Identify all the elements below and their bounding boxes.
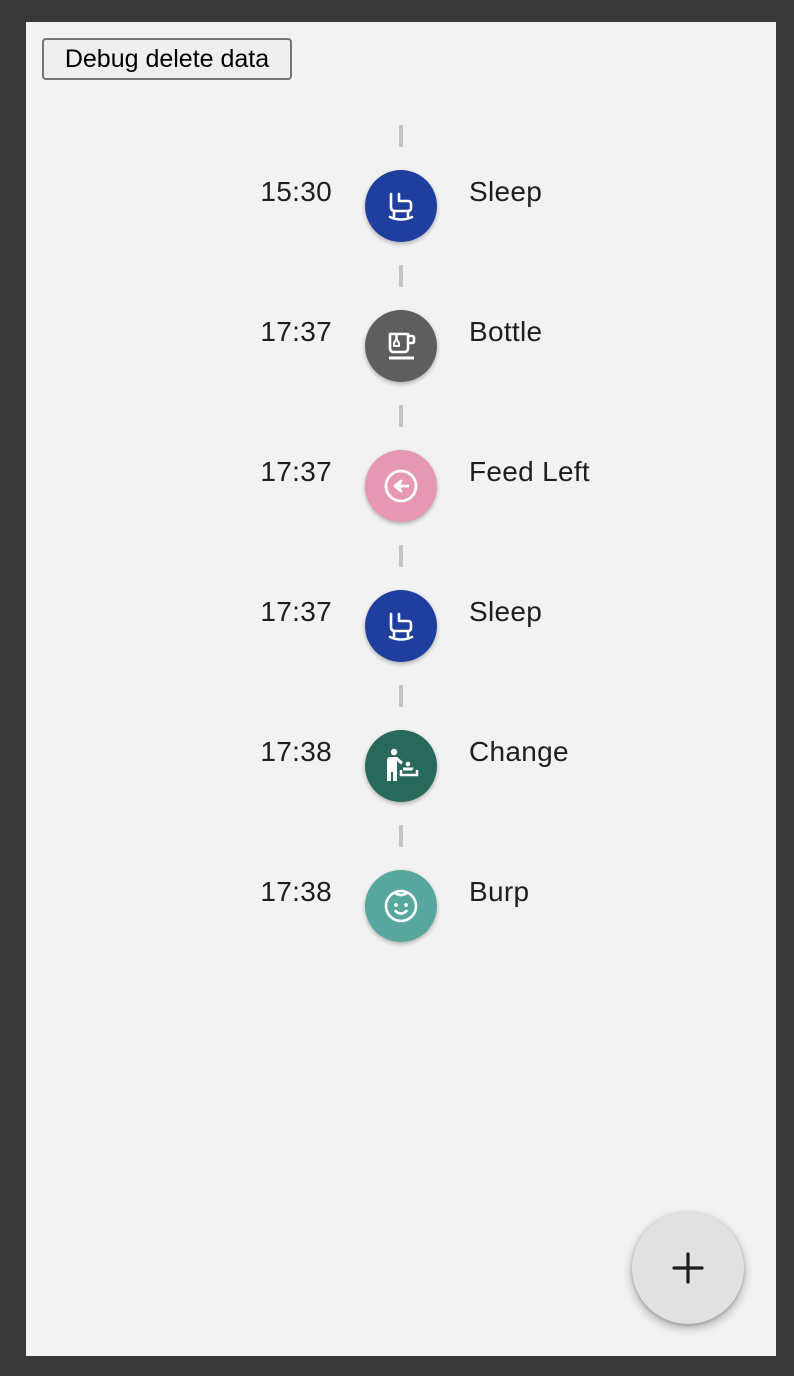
arrow-left-circle-icon [365,450,437,522]
debug-delete-data-button[interactable]: Debug delete data [42,38,292,80]
timeline-entry[interactable]: 15:30 Sleep [26,170,776,242]
app-window: Debug delete data 15:30 Sleep 17:37 Bott… [26,22,776,1356]
baby-changing-icon [365,730,437,802]
entry-label: Bottle [469,316,543,347]
baby-face-icon [365,870,437,942]
timeline-connector [399,825,403,847]
timeline-entry[interactable]: 17:38 Change [26,730,776,802]
timeline-entry[interactable]: 17:37 Bottle [26,310,776,382]
timeline-entry[interactable]: 17:38 Burp [26,870,776,942]
tea-cup-icon [365,310,437,382]
timeline-connector [399,545,403,567]
timeline-connector [399,125,403,147]
entry-label: Feed Left [469,456,591,487]
rocking-chair-icon [365,170,437,242]
timeline-connector [399,265,403,287]
timeline-connector [399,405,403,427]
entry-time: 17:38 [260,736,332,767]
entry-time: 17:37 [260,456,332,487]
timeline-entry[interactable]: 17:37 Feed Left [26,450,776,522]
entry-label: Sleep [469,176,543,207]
entry-label: Sleep [469,596,543,627]
entry-time: 17:38 [260,876,332,907]
timeline-connector [399,685,403,707]
entry-time: 17:37 [260,596,332,627]
plus-icon [672,1252,704,1284]
entry-label: Change [469,736,569,767]
entry-time: 15:30 [260,176,332,207]
timeline-entry[interactable]: 17:37 Sleep [26,590,776,662]
rocking-chair-icon [365,590,437,662]
entry-time: 17:37 [260,316,332,347]
add-entry-button[interactable] [632,1212,744,1324]
entry-label: Burp [469,876,530,907]
